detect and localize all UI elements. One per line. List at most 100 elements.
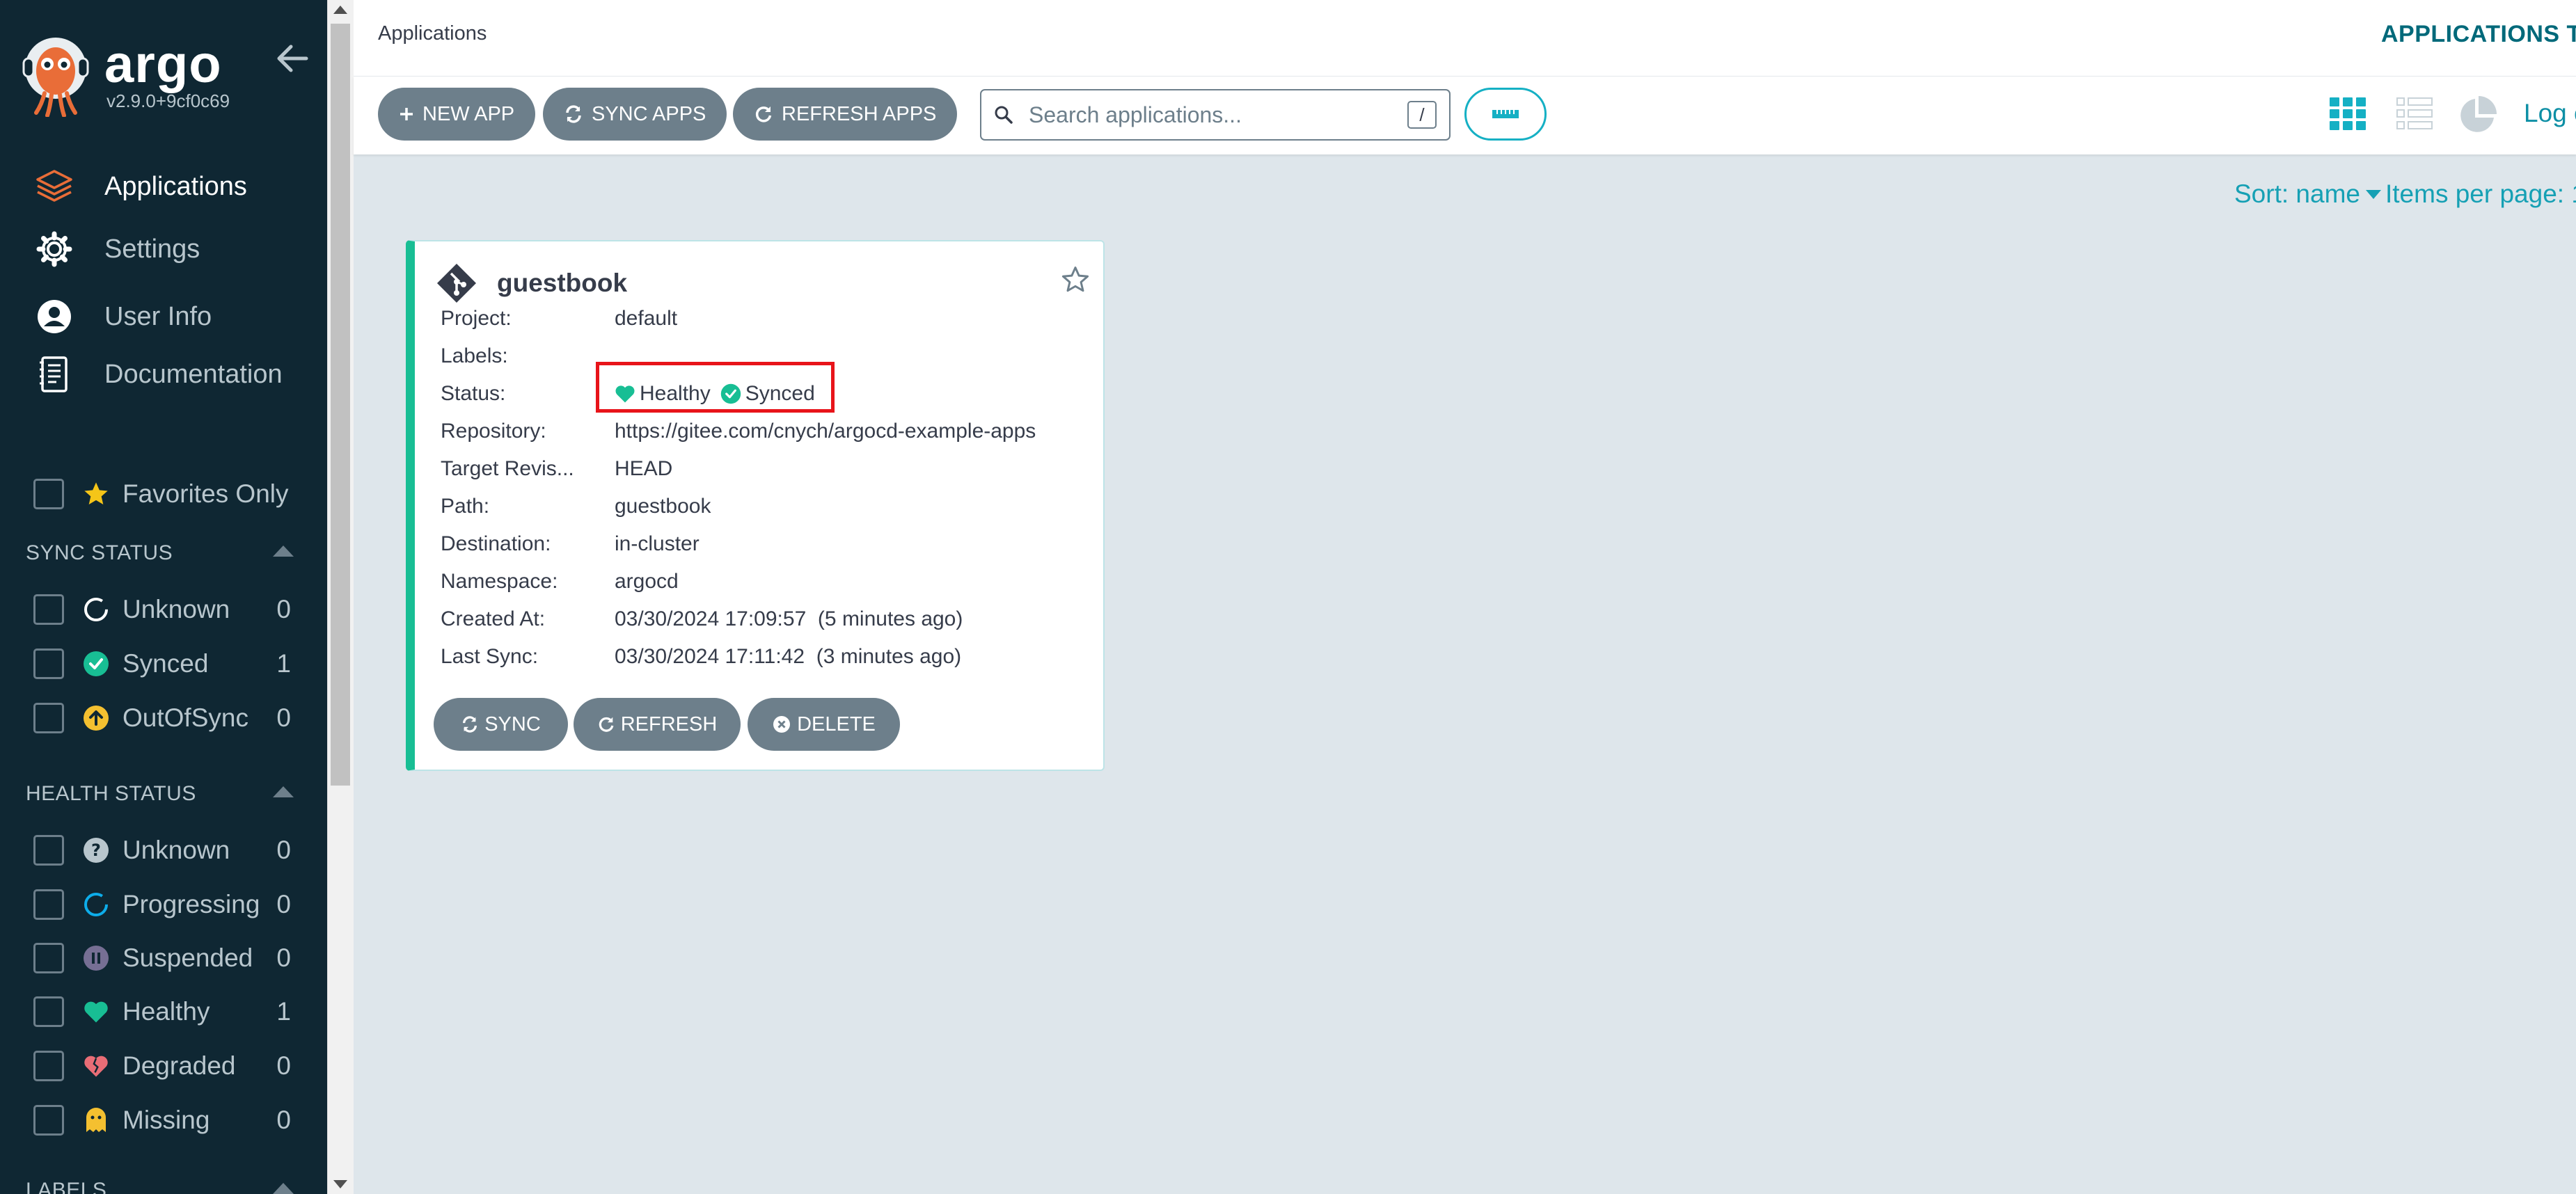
- toolbar: NEW APP SYNC APPS REFRESH APPS / Log out: [354, 77, 2576, 154]
- field-labels: Labels:: [441, 342, 615, 370]
- collapse-sidebar-icon[interactable]: [276, 43, 309, 74]
- health-filter-missing[interactable]: Missing 0: [33, 1099, 291, 1141]
- field-label: Target Revis...: [441, 457, 574, 480]
- field-last-sync: Last Sync: 03/30/2024 17:11:42 (3 minutes…: [441, 643, 961, 671]
- health-filter-unknown[interactable]: ? Unknown 0: [33, 829, 291, 871]
- health-status-title: HEALTH STATUS: [26, 782, 196, 805]
- sort-and-pagination: Sort: name Items per page: 1: [2234, 180, 2576, 209]
- checkbox[interactable]: [33, 835, 64, 866]
- redo-icon: [597, 715, 615, 733]
- field-destination: Destination: in-cluster: [441, 530, 700, 558]
- favorite-star-icon[interactable]: [1060, 264, 1091, 295]
- filter-count: 0: [276, 1051, 291, 1080]
- ghost-icon: [82, 1106, 110, 1134]
- question-circle-icon: ?: [82, 836, 110, 864]
- field-label: Project:: [441, 307, 512, 330]
- checkbox[interactable]: [33, 648, 64, 679]
- sync-apps-button[interactable]: SYNC APPS: [543, 88, 727, 141]
- filter-label: Suspended: [123, 944, 253, 972]
- filter-count: 1: [276, 997, 291, 1026]
- application-name[interactable]: guestbook: [497, 269, 627, 298]
- checkbox[interactable]: [33, 889, 64, 920]
- favorites-only-filter[interactable]: Favorites Only: [33, 473, 291, 515]
- page-title: APPLICATIONS TILES: [2381, 21, 2576, 47]
- checkbox[interactable]: [33, 1105, 64, 1136]
- nav-applications[interactable]: Applications: [33, 159, 312, 214]
- heart-icon: [82, 998, 110, 1026]
- field-label: Created At:: [441, 607, 546, 630]
- field-value: in-cluster: [615, 532, 700, 555]
- field-repository: Repository: https://gitee.com/cnych/argoc…: [441, 417, 1036, 445]
- field-namespace: Namespace: argocd: [441, 568, 679, 596]
- delete-button[interactable]: DELETE: [748, 698, 900, 751]
- field-label: Path:: [441, 495, 490, 518]
- tiles-view-icon[interactable]: [2328, 95, 2367, 134]
- field-created-at: Created At: 03/30/2024 17:09:57 (5 minute…: [441, 605, 963, 633]
- checkbox[interactable]: [33, 1051, 64, 1081]
- field-value: https://gitee.com/cnych/argocd-example-a…: [615, 420, 1036, 443]
- collapse-sync-status-icon[interactable]: [273, 546, 294, 557]
- scroll-down-arrow[interactable]: [333, 1180, 347, 1188]
- refresh-apps-button[interactable]: REFRESH APPS: [733, 88, 958, 141]
- field-label: Destination:: [441, 532, 551, 555]
- favorites-label: Favorites Only: [123, 479, 289, 508]
- new-app-button[interactable]: NEW APP: [378, 88, 536, 141]
- button-label: REFRESH: [620, 713, 718, 735]
- health-filter-progressing[interactable]: Progressing 0: [33, 884, 291, 925]
- scroll-up-arrow[interactable]: [333, 6, 347, 14]
- circle-notch-icon: [82, 891, 110, 918]
- git-icon: [436, 262, 477, 304]
- health-filter-degraded[interactable]: Degraded 0: [33, 1045, 291, 1087]
- circle-notch-icon: [82, 596, 110, 623]
- filter-count: 0: [276, 595, 291, 623]
- sync-filter-unknown[interactable]: Unknown 0: [33, 589, 291, 630]
- filter-count: 0: [276, 944, 291, 972]
- search-icon: [994, 105, 1013, 125]
- nav-user-info[interactable]: User Info: [33, 289, 312, 344]
- gear-icon: [33, 228, 75, 270]
- field-value: 03/30/2024 17:11:42 (3 minutes ago): [615, 645, 962, 668]
- search-box[interactable]: /: [980, 89, 1451, 141]
- checkbox[interactable]: [33, 943, 64, 973]
- sync-filter-synced[interactable]: Synced 1: [33, 643, 291, 685]
- application-tile[interactable]: guestbook Project: default Labels: Status…: [406, 240, 1105, 771]
- checkbox[interactable]: [33, 996, 64, 1027]
- field-value: guestbook: [615, 495, 711, 518]
- search-input[interactable]: [1029, 102, 1407, 128]
- argo-logo[interactable]: [21, 35, 90, 117]
- nav-settings[interactable]: Settings: [33, 221, 312, 277]
- sync-status-title: SYNC STATUS: [26, 541, 173, 564]
- scroll-thumb[interactable]: [331, 24, 350, 786]
- list-view-icon[interactable]: [2395, 95, 2434, 134]
- chevron-down-icon[interactable]: [2365, 189, 2381, 199]
- collapse-labels-icon[interactable]: [273, 1183, 294, 1194]
- arrow-circle-up-icon: [82, 704, 110, 732]
- sync-button[interactable]: SYNC: [434, 698, 568, 751]
- favorites-checkbox[interactable]: [33, 479, 64, 509]
- logout-link[interactable]: Log out: [2524, 99, 2576, 128]
- checkbox[interactable]: [33, 703, 64, 733]
- filter-label: Progressing: [123, 890, 260, 918]
- health-filter-suspended[interactable]: Suspended 0: [33, 937, 291, 979]
- user-circle-icon: [33, 296, 75, 337]
- filter-toggle-button[interactable]: [1464, 88, 1547, 141]
- field-path: Path: guestbook: [441, 493, 711, 520]
- sync-filter-outofsync[interactable]: OutOfSync 0: [33, 697, 291, 739]
- items-per-page-dropdown[interactable]: Items per page: 1: [2385, 180, 2576, 209]
- brand-name: argo: [104, 35, 222, 94]
- version-label: v2.9.0+9cf0c69: [106, 90, 230, 111]
- refresh-button[interactable]: REFRESH: [574, 698, 741, 751]
- sidebar-scrollbar[interactable]: [327, 0, 354, 1194]
- check-circle-icon: [82, 650, 110, 678]
- sort-dropdown[interactable]: Sort: name: [2234, 180, 2360, 209]
- book-icon: [33, 353, 75, 395]
- collapse-health-status-icon[interactable]: [273, 786, 294, 797]
- health-filter-healthy[interactable]: Healthy 1: [33, 991, 291, 1033]
- breadcrumb[interactable]: Applications: [378, 22, 487, 45]
- pie-chart-view-icon[interactable]: [2456, 95, 2498, 136]
- top-bar: Applications APPLICATIONS TILES: [354, 0, 2576, 77]
- filter-label: Unknown: [123, 595, 230, 623]
- checkbox[interactable]: [33, 594, 64, 625]
- times-circle-icon: [772, 715, 791, 734]
- nav-documentation[interactable]: Documentation: [33, 347, 312, 402]
